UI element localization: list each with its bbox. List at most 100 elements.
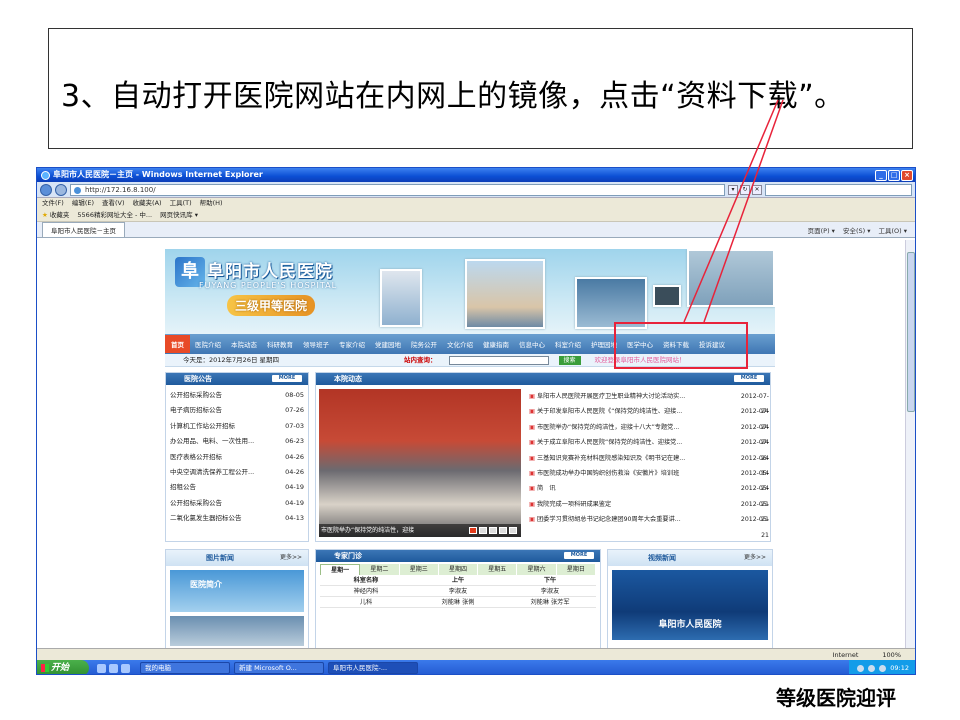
list-item[interactable]: ▣ 三基知识竞赛补充材料医院感染知识及《明书记在建... 2012-06-14 — [529, 451, 769, 477]
list-item[interactable]: ▣ 关于印发阜阳市人民医院《“保持党的纯洁性、迎接... 2012-07-24 — [529, 404, 769, 430]
menu-file[interactable]: 文件(F) — [42, 198, 64, 209]
scroll-thumb[interactable] — [907, 252, 915, 412]
notice-title-link[interactable]: 办公用品、电料、一次性用... — [170, 434, 284, 449]
list-item[interactable]: ▣ 简 讯 2012-05-21 — [529, 481, 769, 507]
nav-health-guide[interactable]: 健康指南 — [478, 339, 514, 349]
tray-icon[interactable] — [857, 664, 865, 672]
nav-news[interactable]: 本院动态 — [226, 339, 262, 349]
list-item[interactable]: ▣ 市医院举办“保持党的纯洁性，迎接十八大”专题党... 2012-07-24 — [529, 420, 769, 446]
stop-icon[interactable]: ✕ — [752, 184, 762, 195]
tab-monday[interactable]: 星期一 — [320, 564, 361, 575]
nav-culture[interactable]: 文化介绍 — [442, 339, 478, 349]
news-title-link[interactable]: 简 讯 — [537, 481, 735, 496]
site-search-input[interactable] — [448, 355, 549, 365]
list-item[interactable]: ▣ 团委学习贯彻胡总书记纪念建团90周年大会重要讲... 2012-05-21 — [529, 512, 769, 538]
zoom-level[interactable]: 100% — [882, 649, 901, 660]
list-item[interactable]: 公开招标采购公告 08-05 — [170, 388, 304, 403]
photo-news-more[interactable]: 更多>> — [280, 550, 302, 566]
notice-title-link[interactable]: 计算机工作站公开招标 — [170, 419, 284, 434]
list-item[interactable]: ▣ 市医院成功举办中国钩织创伤救治《安徽片》培训班 2012-05-24 — [529, 466, 769, 492]
task-hospital-ie[interactable]: 阜阳市人民医院-... — [328, 662, 418, 674]
news-title-link[interactable]: 市医院成功举办中国钩织创伤救治《安徽片》培训班 — [537, 466, 735, 481]
news-title-link[interactable]: 阜阳市人民医院开展医疗卫生职业精神大讨论活动实... — [537, 389, 735, 404]
menu-help[interactable]: 帮助(H) — [200, 198, 223, 209]
start-button[interactable]: 开始 — [37, 660, 89, 674]
menu-tools[interactable]: 工具(T) — [170, 198, 192, 209]
task-my-computer[interactable]: 我的电脑 — [140, 662, 230, 674]
tab-friday[interactable]: 星期五 — [478, 564, 518, 575]
address-field[interactable]: http://172.16.8.100/ — [70, 183, 725, 196]
expert-more-button[interactable]: MORE — [564, 552, 594, 559]
back-button[interactable] — [40, 183, 52, 196]
notice-title-link[interactable]: 二氧化氯发生器招标公告 — [170, 511, 284, 526]
list-item[interactable]: ▣ 阜阳市人民医院开展医疗卫生职业精神大讨论活动实... 2012-07-24 — [529, 389, 769, 415]
page-menu[interactable]: 页面(P) ▾ — [808, 225, 835, 235]
notice-title-link[interactable]: 中央空调清洗保养工程公开... — [170, 465, 284, 480]
vertical-scrollbar[interactable] — [905, 240, 915, 654]
tray-icon[interactable] — [879, 664, 887, 672]
tools-menu[interactable]: 工具(O) ▾ — [878, 225, 907, 235]
ie-quicklaunch-icon[interactable] — [97, 663, 106, 673]
video-news-more[interactable]: 更多>> — [744, 550, 766, 566]
favorite-link-5566[interactable]: 5566精彩网址大全 - 中... — [77, 209, 152, 221]
notice-title-link[interactable]: 公开招标采购公告 — [170, 388, 284, 403]
refresh-icon[interactable]: ↻ — [740, 184, 750, 195]
list-item[interactable]: ▣ 关于成立阜阳市人民医院“保持党的纯洁性、迎接党... 2012-07-24 — [529, 435, 769, 461]
list-item[interactable]: 二氧化氯发生器招标公告 04-13 — [170, 511, 304, 526]
maximize-button[interactable]: □ — [888, 169, 900, 181]
slide-dot[interactable] — [489, 527, 497, 534]
slide-dot[interactable] — [509, 527, 517, 534]
notice-title-link[interactable]: 电子病历招标公告 — [170, 403, 284, 418]
news-title-link[interactable]: 团委学习贯彻胡总书记纪念建团90周年大会重要讲... — [537, 512, 735, 527]
slide-dot[interactable] — [469, 527, 477, 534]
menu-favorites[interactable]: 收藏夹(A) — [133, 198, 162, 209]
go-icon[interactable]: ▾ — [728, 184, 738, 195]
nav-info-center[interactable]: 信息中心 — [514, 339, 550, 349]
list-item[interactable]: ▣ 我院完成一项科研成果鉴定 2012-05-21 — [529, 497, 769, 523]
notice-title-link[interactable]: 公开招标采购公告 — [170, 496, 284, 511]
nav-party[interactable]: 党建园地 — [370, 339, 406, 349]
menu-edit[interactable]: 编辑(E) — [72, 198, 94, 209]
tab-tuesday[interactable]: 星期二 — [360, 564, 400, 575]
news-title-link[interactable]: 关于印发阜阳市人民医院《“保持党的纯洁性、迎接... — [537, 404, 735, 419]
search-input[interactable] — [765, 183, 912, 196]
site-search-button[interactable]: 搜索 — [558, 355, 581, 365]
list-item[interactable]: 医疗表格公开招标 04-26 — [170, 450, 304, 465]
media-quicklaunch-icon[interactable] — [121, 663, 130, 673]
favorites-button[interactable]: ★ 收藏夹 — [42, 209, 69, 221]
news-title-link[interactable]: 我院完成一项科研成果鉴定 — [537, 497, 735, 512]
notice-title-link[interactable]: 招租公告 — [170, 480, 284, 495]
favorite-link-webslice[interactable]: 网页快讯库 ▾ — [160, 209, 198, 221]
nav-hospital-intro[interactable]: 医院介绍 — [190, 339, 226, 349]
tray-icon[interactable] — [868, 664, 876, 672]
nav-research[interactable]: 科研教育 — [262, 339, 298, 349]
list-item[interactable]: 中央空调清洗保养工程公开... 04-26 — [170, 465, 304, 480]
photo-news-image-2[interactable] — [170, 616, 304, 646]
nav-affairs[interactable]: 院务公开 — [406, 339, 442, 349]
news-title-link[interactable]: 市医院举办“保持党的纯洁性，迎接十八大”专题党... — [537, 420, 735, 435]
tab-hospital-home[interactable]: 阜阳市人民医院－主页 — [42, 222, 125, 237]
photo-news-image[interactable]: 医院简介 — [170, 570, 304, 612]
list-item[interactable]: 公开招标采购公告 04-19 — [170, 496, 304, 511]
desktop-quicklaunch-icon[interactable] — [109, 663, 118, 673]
news-title-link[interactable]: 关于成立阜阳市人民医院“保持党的纯洁性、迎接党... — [537, 435, 735, 450]
list-item[interactable]: 招租公告 04-19 — [170, 480, 304, 495]
notice-more-button[interactable]: MORE — [272, 375, 302, 382]
tab-thursday[interactable]: 星期四 — [438, 564, 479, 575]
list-item[interactable]: 办公用品、电料、一次性用... 06-23 — [170, 434, 304, 449]
minimize-button[interactable]: _ — [875, 169, 887, 181]
news-more-button[interactable]: MORE — [734, 375, 764, 382]
list-item[interactable]: 计算机工作站公开招标 07-03 — [170, 419, 304, 434]
nav-experts[interactable]: 专家介绍 — [334, 339, 370, 349]
slide-dot[interactable] — [479, 527, 487, 534]
nav-home[interactable]: 首页 — [165, 335, 190, 353]
tab-sunday[interactable]: 星期日 — [556, 564, 596, 575]
tab-saturday[interactable]: 星期六 — [517, 564, 557, 575]
slide-dot[interactable] — [499, 527, 507, 534]
nav-departments[interactable]: 科室介绍 — [550, 339, 586, 349]
safety-menu[interactable]: 安全(S) ▾ — [843, 225, 871, 235]
menu-view[interactable]: 查看(V) — [102, 198, 125, 209]
task-office-doc[interactable]: 新建 Microsoft O... — [234, 662, 324, 674]
forward-button[interactable] — [55, 183, 67, 196]
video-player[interactable]: 阜阳市人民医院 — [612, 570, 768, 640]
